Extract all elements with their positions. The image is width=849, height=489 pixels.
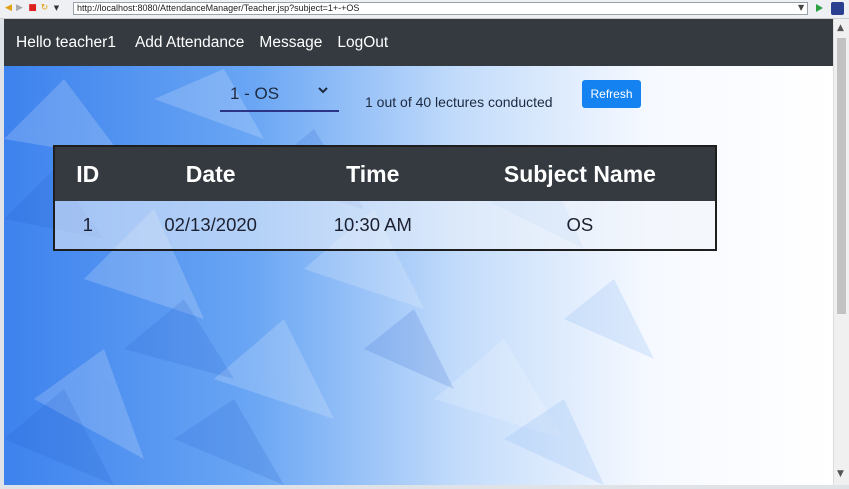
cell-date: 02/13/2020: [120, 201, 301, 250]
column-header-date: Date: [120, 146, 301, 201]
chevron-down-icon: [318, 87, 328, 94]
scroll-up-icon[interactable]: ▲: [837, 24, 844, 33]
top-navbar: Hello teacher1 Add Attendance Message Lo…: [4, 19, 833, 66]
extension-icon[interactable]: [831, 2, 844, 15]
nav-message[interactable]: Message: [259, 34, 322, 52]
table-row: 1 02/13/2020 10:30 AM OS: [54, 201, 716, 250]
background-image: [4, 19, 833, 485]
attendance-table: ID Date Time Subject Name 1 02/13/2020 1…: [53, 145, 717, 251]
refresh-button[interactable]: Refresh: [582, 80, 641, 108]
subject-select[interactable]: 1 - OS: [220, 82, 339, 112]
forward-icon[interactable]: ▶: [14, 3, 25, 14]
scrollbar-thumb[interactable]: [837, 38, 846, 314]
greeting-text: Hello teacher1: [16, 33, 116, 51]
back-icon[interactable]: ◀: [3, 3, 14, 14]
nav-add-attendance[interactable]: Add Attendance: [135, 34, 244, 52]
cell-subject-name: OS: [444, 201, 716, 250]
refresh-icon[interactable]: ↻: [39, 3, 50, 14]
page-viewport: Hello teacher1 Add Attendance Message Lo…: [4, 19, 833, 485]
nav-logout[interactable]: LogOut: [337, 34, 388, 52]
column-header-time: Time: [300, 146, 445, 201]
column-header-subject-name: Subject Name: [444, 146, 716, 201]
column-header-id: ID: [54, 146, 121, 201]
go-icon[interactable]: [814, 3, 824, 13]
cell-time: 10:30 AM: [300, 201, 445, 250]
vertical-scrollbar[interactable]: ▲ ▼: [833, 19, 849, 485]
address-bar[interactable]: http://localhost:8080/AttendanceManager/…: [73, 2, 808, 15]
stop-icon[interactable]: ■: [27, 3, 38, 14]
subject-select-value: 1 - OS: [230, 84, 280, 103]
menu-dropdown-icon[interactable]: ▼: [51, 3, 62, 14]
table-header-row: ID Date Time Subject Name: [54, 146, 716, 201]
lectures-status: 1 out of 40 lectures conducted: [365, 94, 553, 110]
chevron-down-icon[interactable]: ▼: [798, 3, 804, 12]
scroll-down-icon[interactable]: ▼: [837, 470, 844, 479]
cell-id: 1: [54, 201, 121, 250]
browser-toolbar: ◀ ▶ ■ ↻ ▼ http://localhost:8080/Attendan…: [0, 0, 849, 19]
